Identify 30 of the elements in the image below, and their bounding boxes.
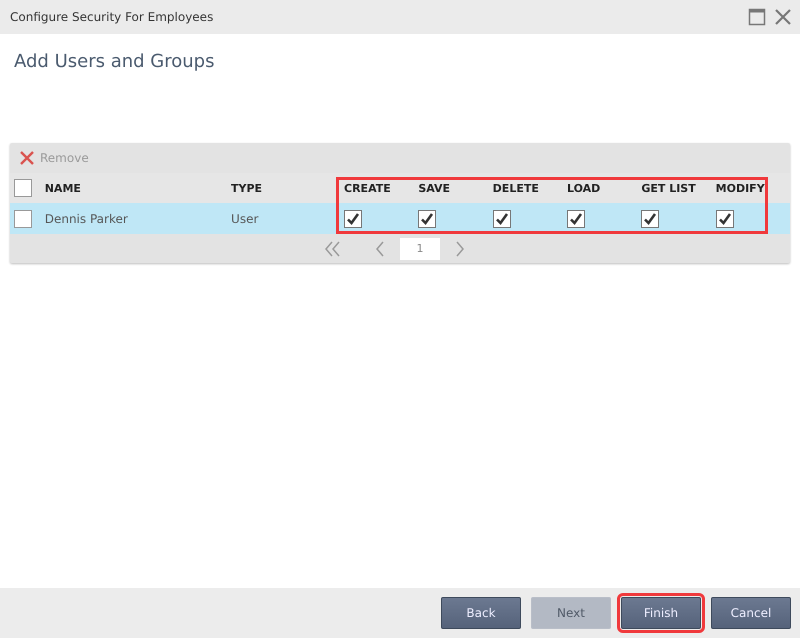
column-header: SAVE bbox=[418, 182, 450, 194]
column-header: GET LIST bbox=[641, 182, 696, 194]
checkbox[interactable] bbox=[14, 179, 32, 197]
dialog-button[interactable]: Cancel bbox=[711, 597, 791, 629]
checkbox[interactable] bbox=[14, 210, 32, 228]
column-header: TYPE bbox=[231, 182, 262, 194]
checkbox[interactable] bbox=[344, 210, 362, 228]
column-header: LOAD bbox=[567, 182, 600, 194]
page-heading: Add Users and Groups bbox=[14, 51, 216, 74]
next-page-icon[interactable] bbox=[454, 240, 466, 256]
checkbox[interactable] bbox=[641, 210, 660, 228]
column-header: CREATE bbox=[344, 182, 391, 194]
column-header: MODIFY bbox=[716, 182, 765, 194]
column-header: DELETE bbox=[492, 182, 539, 194]
previous-page-icon[interactable] bbox=[374, 240, 386, 256]
checkbox[interactable] bbox=[492, 210, 511, 228]
dialog-button[interactable]: Back bbox=[441, 597, 521, 629]
checkbox[interactable] bbox=[418, 210, 436, 228]
page-number[interactable]: 1 bbox=[400, 238, 440, 260]
close-icon bbox=[20, 151, 34, 165]
column-header: NAME bbox=[44, 182, 81, 194]
table-cell: User bbox=[231, 212, 258, 226]
first-page-icon[interactable] bbox=[324, 240, 342, 256]
table-row[interactable]: Dennis Parker User bbox=[10, 203, 790, 234]
close-icon[interactable] bbox=[774, 8, 792, 26]
checkbox[interactable] bbox=[716, 210, 734, 228]
maximize-icon[interactable] bbox=[748, 8, 766, 26]
checkbox[interactable] bbox=[567, 210, 585, 228]
table-cell: Dennis Parker bbox=[44, 212, 128, 226]
window-title: Configure Security For Employees bbox=[10, 10, 214, 24]
